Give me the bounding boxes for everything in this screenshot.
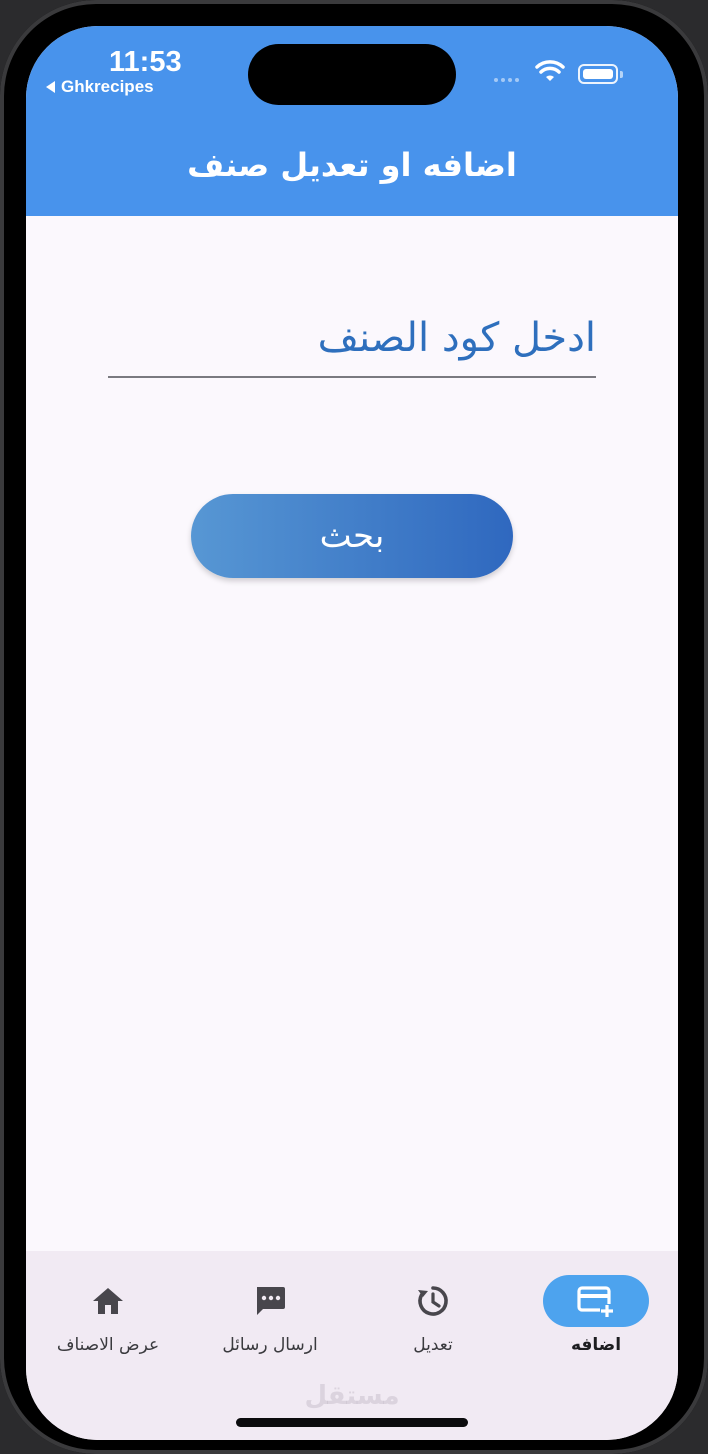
nav-label-edit: تعديل: [413, 1335, 453, 1355]
battery-tip: [620, 71, 623, 78]
nav-label-view-items: عرض الاصناف: [56, 1335, 160, 1355]
nav-label-add: اضافه: [570, 1335, 622, 1355]
item-code-input[interactable]: [108, 302, 596, 374]
bottom-navigation-bar: عرض الاصناف ارسال رسائل تعديل اضافه: [26, 1251, 678, 1440]
battery-icon: [578, 64, 618, 84]
nav-item-view-items[interactable]: عرض الاصناف: [53, 1251, 163, 1391]
cellular-signal-icon: [494, 78, 519, 82]
nav-item-add[interactable]: اضافه: [543, 1251, 649, 1391]
nav-label-send-messages: ارسال رسائل: [222, 1335, 318, 1355]
home-indicator: [236, 1418, 468, 1427]
add-card-icon: [577, 1286, 614, 1317]
app-bar: 11:53 Ghkrecipes اضافه او تعديل صنف: [26, 26, 678, 216]
wifi-icon: [535, 60, 565, 81]
history-icon: [418, 1286, 448, 1316]
page-title: اضافه او تعديل صنف: [187, 146, 517, 184]
nav-item-send-messages[interactable]: ارسال رسائل: [218, 1251, 322, 1391]
back-to-app-link[interactable]: Ghkrecipes: [46, 77, 154, 97]
status-time: 11:53: [109, 46, 182, 78]
search-button[interactable]: بحث: [191, 494, 513, 578]
chat-bubble-icon: [257, 1287, 285, 1315]
watermark: مستقل: [304, 1381, 400, 1411]
dynamic-island: [248, 44, 456, 105]
home-icon: [93, 1288, 123, 1314]
back-app-label: Ghkrecipes: [61, 77, 154, 96]
back-arrow-icon: [46, 81, 55, 93]
item-code-field[interactable]: [108, 302, 596, 378]
phone-frame: 11:53 Ghkrecipes اضافه او تعديل صنف بحث: [0, 0, 708, 1454]
screen: 11:53 Ghkrecipes اضافه او تعديل صنف بحث: [26, 26, 678, 1440]
nav-item-edit[interactable]: تعديل: [381, 1251, 485, 1391]
